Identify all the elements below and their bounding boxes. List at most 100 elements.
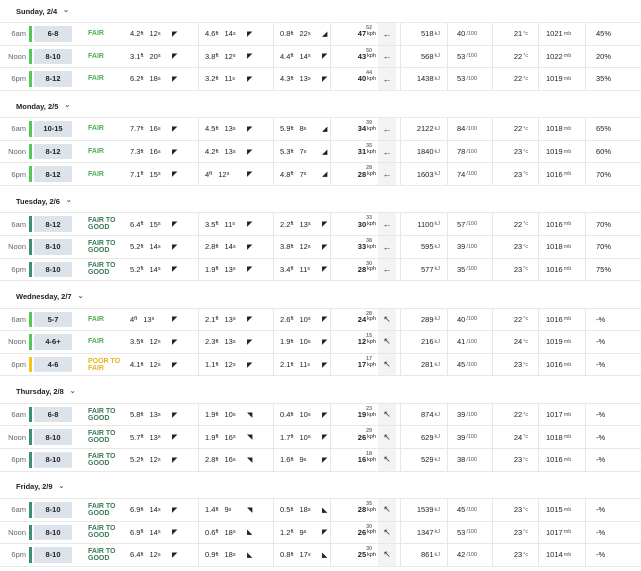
temp: 23 (513, 169, 523, 179)
unit-ft: ft (140, 148, 144, 155)
cloud-cover: -% (596, 527, 606, 537)
column-divider (447, 68, 448, 90)
column-divider (492, 403, 493, 426)
day-header[interactable]: Wednesday, 2/7 ⌄ (0, 286, 641, 308)
unit-kj: kJ (434, 243, 441, 250)
time-label: Noon (8, 527, 26, 537)
column-divider (198, 235, 199, 258)
swell-1: 3.5 ft 12 s ◤ (130, 331, 200, 353)
wind-gust: 52 (366, 25, 373, 31)
surf-size: 6-8 (34, 406, 72, 423)
day-header[interactable]: Thursday, 2/8 ⌄ (0, 381, 641, 403)
energy: 1840 (416, 147, 434, 157)
swell-period: 18 (149, 74, 158, 84)
rating-bar (29, 334, 32, 350)
water-temp: 21 °c (506, 23, 536, 45)
unit-consistency: /100 (466, 411, 478, 418)
unit-s: s (157, 338, 161, 345)
day-header[interactable]: Monday, 2/5 ⌄ (0, 95, 641, 117)
energy-value: 1100 kJ (404, 213, 440, 235)
chevron-down-icon[interactable]: ⌄ (66, 196, 72, 204)
swell-height: 5.8 (130, 410, 141, 420)
swell-direction-icon: ◤ (247, 53, 253, 61)
unit-ft: ft (140, 361, 144, 368)
swell-direction-icon: ◤ (172, 551, 178, 559)
column-divider (447, 258, 448, 281)
day-header[interactable]: Friday, 2/9 ⌄ (0, 476, 641, 498)
column-divider (538, 521, 539, 544)
rating-bar (29, 26, 32, 42)
temp: 22 (513, 219, 523, 229)
swell-1: 7.7 ft 16 s ◤ (130, 118, 200, 140)
unit-mb: mb (563, 529, 572, 536)
cloud-cover: 65% (596, 124, 612, 134)
unit-ft: ft (140, 529, 144, 536)
unit-temp: °c (523, 506, 529, 513)
column-divider (273, 68, 274, 90)
rating-label: FAIR (88, 30, 104, 38)
unit-ft: ft (290, 266, 294, 273)
day-header[interactable]: Sunday, 2/4 ⌄ (0, 0, 641, 22)
forecast-row: 6pm 8-12 FAIR 7.1 ft 15 s ◤ 4 ft 12 s ◤ 4.8 ft 7 s ◢ 28 kph… (0, 162, 641, 186)
wind-value: 12 (357, 337, 367, 347)
day-header[interactable]: Tuesday, 2/6 ⌄ (0, 190, 641, 212)
chevron-down-icon[interactable]: ⌄ (78, 292, 84, 300)
rating-label: FAIR TO GOOD (88, 525, 116, 540)
swell-height: 0.8 (280, 29, 291, 39)
swell-height: 3.5 (130, 337, 141, 347)
unit-mb: mb (563, 456, 572, 463)
column-divider (492, 213, 493, 235)
chevron-down-icon[interactable]: ⌄ (64, 101, 70, 109)
swell-period: 17 (299, 550, 308, 560)
water-temp: 23 °c (506, 163, 536, 185)
temp: 23 (513, 455, 523, 465)
swell-direction-icon: ◤ (172, 125, 178, 133)
wind-speed: 28 kph 35 (338, 499, 376, 521)
chevron-down-icon[interactable]: ⌄ (70, 387, 76, 395)
swell-direction-icon: ◤ (322, 221, 328, 229)
wind-value: 26 (357, 432, 367, 442)
pressure-value: 1016 mb (546, 449, 586, 471)
column-divider (198, 140, 199, 163)
consistency: 41 (457, 337, 466, 347)
unit-temp: °c (523, 434, 529, 441)
column-divider (492, 118, 493, 140)
pressure: 1018 (546, 242, 563, 252)
consistency: 45 (457, 505, 466, 515)
pressure: 1016 (546, 314, 563, 324)
day-section: Tuesday, 2/6 ⌄ 6am 8-12 FAIR TO GOOD 6.4 ft 15 s… (0, 190, 641, 285)
swell-period: 18 (224, 527, 233, 537)
pressure-value: 1016 mb (546, 163, 586, 185)
swell-direction-icon: ◤ (172, 411, 178, 419)
chevron-down-icon[interactable]: ⌄ (63, 6, 69, 14)
column-divider (330, 235, 331, 258)
swell-height: 1.9 (280, 337, 291, 347)
column-divider (273, 140, 274, 163)
cloud-cover: 70% (596, 242, 612, 252)
unit-ft: ft (140, 551, 144, 558)
forecast-row: 6pm 8-10 FAIR TO GOOD 6.4 ft 12 s ◤ 0.9 ft 18 s ◣ 0.8… (0, 543, 641, 567)
unit-kph: kph (367, 221, 376, 228)
unit-s: s (307, 221, 311, 228)
column-divider (400, 448, 401, 471)
unit-s: s (157, 75, 161, 82)
consistency-value: 45/100 (457, 354, 487, 376)
time-label: 6pm (11, 74, 26, 84)
unit-temp: °c (523, 148, 529, 155)
chevron-down-icon[interactable]: ⌄ (59, 482, 65, 490)
rating-bar (29, 501, 32, 518)
unit-ft: ft (215, 361, 219, 368)
water-temp: 22 °c (506, 68, 536, 90)
unit-kph: kph (367, 75, 376, 82)
column-divider (585, 426, 586, 448)
unit-kph: kph (367, 411, 376, 418)
temp: 24 (513, 432, 523, 442)
consistency-value: 41/100 (457, 331, 487, 353)
swell-period: 13 (299, 219, 308, 229)
consistency: 38 (457, 455, 466, 465)
rating-label: FAIR (88, 52, 104, 60)
column-divider (198, 331, 199, 353)
pressure: 1016 (546, 219, 563, 229)
forecast-row: 6am 5-7 FAIR 4 ft 13 s ◤ 2.1 ft 13 s ◤ 2.6 ft 10 s ◤ 24 kph… (0, 307, 641, 331)
day-section: Monday, 2/5 ⌄ 6am 10-15 FAIR 7.7 ft 16 s ◤ 4.5 ft 13… (0, 95, 641, 190)
